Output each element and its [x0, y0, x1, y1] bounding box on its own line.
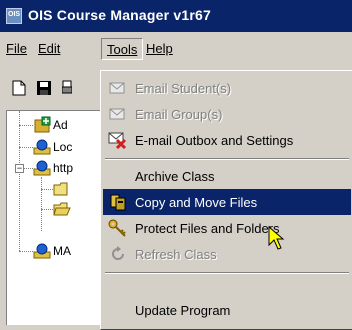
email-outbox-icon — [108, 132, 127, 149]
menu-bar: File Edit Tools Help — [0, 32, 352, 66]
tree-node[interactable]: http — [33, 159, 73, 177]
menu-item-email-outbox[interactable]: E-mail Outbox and Settings — [103, 127, 351, 153]
email-icon — [109, 82, 125, 94]
save-icon[interactable] — [36, 80, 52, 96]
menu-help[interactable]: Help — [146, 41, 173, 56]
tree-node[interactable] — [53, 201, 71, 217]
tree-node[interactable]: MA — [33, 242, 71, 260]
menu-item-email-groups[interactable]: Email Group(s) — [103, 101, 351, 127]
refresh-icon — [112, 246, 124, 260]
key-icon — [108, 219, 126, 237]
email-icon — [109, 108, 125, 120]
menu-item-archive-class[interactable]: Archive Class — [103, 163, 351, 189]
tools-menu: Email Student(s) Email Group(s) E-mail O… — [100, 70, 352, 330]
tree-expander[interactable]: − — [15, 164, 24, 173]
print-icon[interactable] — [62, 80, 72, 96]
menu-separator — [105, 158, 349, 160]
menu-item-copy-move-files[interactable]: Copy and Move Files — [103, 189, 351, 215]
new-document-icon[interactable] — [12, 80, 26, 96]
web-class-icon — [33, 160, 51, 176]
menu-item-email-students[interactable]: Email Student(s) — [103, 75, 351, 101]
mouse-cursor-icon — [268, 226, 285, 250]
menu-file[interactable]: File — [6, 41, 27, 56]
add-class-icon — [34, 116, 51, 133]
menu-separator — [105, 272, 349, 274]
tree-node[interactable]: Ad — [33, 116, 68, 134]
local-class-icon — [33, 139, 51, 155]
menu-edit[interactable]: Edit — [38, 41, 60, 56]
class-icon — [33, 243, 51, 259]
menu-item-update-program[interactable]: Update Program — [103, 297, 351, 323]
tree-node[interactable] — [53, 181, 71, 197]
window-title: OIS Course Manager v1r67 — [28, 7, 211, 23]
copy-files-icon — [110, 194, 126, 211]
app-icon: OIS — [6, 8, 22, 24]
open-folder-icon — [53, 202, 71, 216]
title-bar[interactable]: OIS OIS Course Manager v1r67 — [0, 0, 352, 32]
tree-node[interactable]: Loc — [33, 138, 72, 156]
menu-tools[interactable]: Tools — [101, 38, 144, 60]
folder-icon — [53, 182, 68, 196]
menu-item-refresh-class[interactable]: Refresh Class — [103, 241, 351, 267]
menu-item-protect-files[interactable]: Protect Files and Folders — [103, 215, 351, 241]
